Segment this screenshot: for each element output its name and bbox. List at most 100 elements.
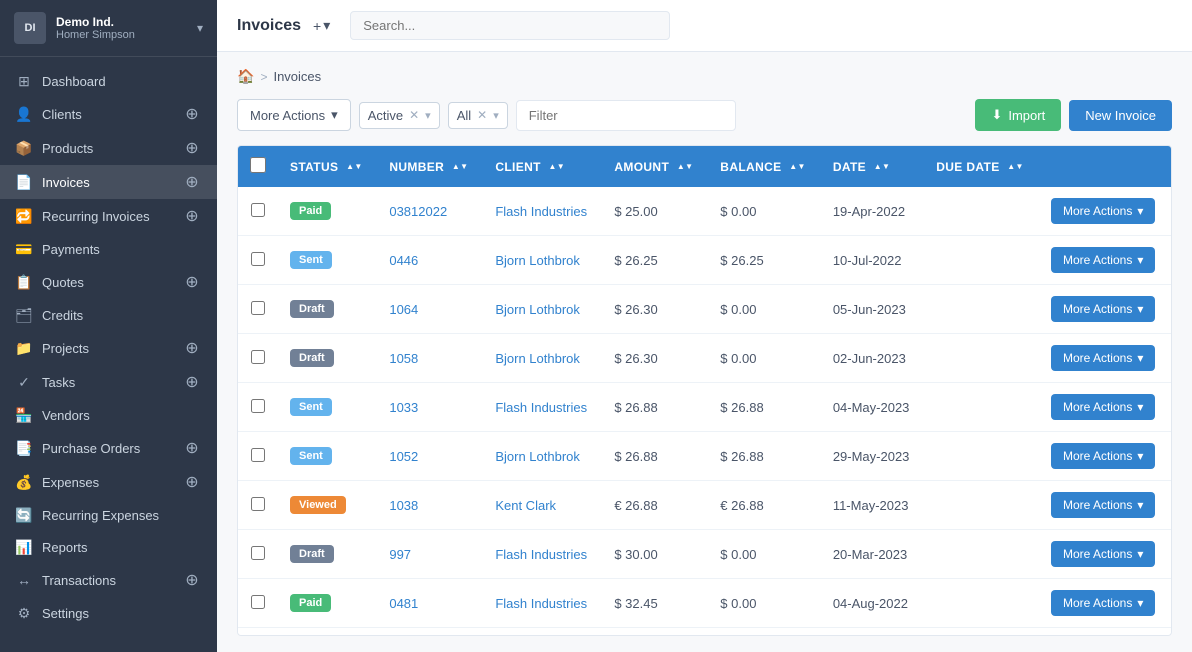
client-name-link[interactable]: Bjorn Lothbrok bbox=[495, 449, 580, 464]
invoice-number-link[interactable]: 1058 bbox=[389, 351, 418, 366]
col-status[interactable]: STATUS ▲▼ bbox=[278, 146, 377, 187]
client-name-link[interactable]: Bjorn Lothbrok bbox=[495, 351, 580, 366]
row-checkbox[interactable] bbox=[251, 546, 265, 560]
nav-item-left: 📑 Purchase Orders bbox=[16, 440, 140, 456]
client-name-link[interactable]: Flash Industries bbox=[495, 400, 587, 415]
table-row: Paid 03812022 Flash Industries $ 25.00 $… bbox=[238, 187, 1171, 236]
sidebar-item-transactions[interactable]: ↔ Transactions ⊕ bbox=[0, 563, 217, 597]
nav-plus-icon[interactable]: ⊕ bbox=[183, 571, 201, 589]
active-chip-dropdown[interactable]: ▾ bbox=[425, 109, 431, 122]
row-number: 0446 bbox=[377, 236, 483, 285]
col-amount[interactable]: AMOUNT ▲▼ bbox=[602, 146, 708, 187]
import-icon: ⬇ bbox=[991, 107, 1002, 123]
row-more-actions-button[interactable]: More Actions ▾ bbox=[1051, 590, 1155, 616]
sidebar-header[interactable]: DI Demo Ind. Homer Simpson ▾ bbox=[0, 0, 217, 57]
row-more-actions-button[interactable]: More Actions ▾ bbox=[1051, 541, 1155, 567]
col-number[interactable]: NUMBER ▲▼ bbox=[377, 146, 483, 187]
sidebar-item-expenses[interactable]: 💰 Expenses ⊕ bbox=[0, 465, 217, 499]
status-badge: Sent bbox=[290, 447, 332, 465]
nav-plus-icon[interactable]: ⊕ bbox=[183, 339, 201, 357]
active-chip-clear[interactable]: ✕ bbox=[409, 108, 419, 122]
row-checkbox[interactable] bbox=[251, 301, 265, 315]
nav-plus-icon[interactable]: ⊕ bbox=[183, 139, 201, 157]
row-number: 0481 bbox=[377, 579, 483, 628]
row-date: 11-May-2023 bbox=[821, 481, 924, 530]
nav-plus-icon[interactable]: ⊕ bbox=[183, 439, 201, 457]
add-button[interactable]: + ▾ bbox=[313, 17, 330, 34]
row-more-actions-button[interactable]: More Actions ▾ bbox=[1051, 198, 1155, 224]
company-info: DI Demo Ind. Homer Simpson bbox=[14, 12, 135, 44]
table-header: STATUS ▲▼ NUMBER ▲▼ CLIENT ▲▼ AMOUNT ▲▼ … bbox=[238, 146, 1171, 187]
sidebar-item-reports[interactable]: 📊 Reports bbox=[0, 531, 217, 563]
row-due-date bbox=[924, 285, 1039, 334]
invoice-number-link[interactable]: 1064 bbox=[389, 302, 418, 317]
client-name-link[interactable]: Flash Industries bbox=[495, 204, 587, 219]
invoice-number-link[interactable]: 1038 bbox=[389, 498, 418, 513]
all-chip-dropdown[interactable]: ▾ bbox=[493, 109, 499, 122]
invoice-number-link[interactable]: 1052 bbox=[389, 449, 418, 464]
client-name-link[interactable]: Kent Clark bbox=[495, 498, 556, 513]
nav-plus-icon[interactable]: ⊕ bbox=[183, 173, 201, 191]
nav-plus-icon[interactable]: ⊕ bbox=[183, 273, 201, 291]
invoice-number-link[interactable]: 03812022 bbox=[389, 204, 447, 219]
nav-plus-icon[interactable]: ⊕ bbox=[183, 473, 201, 491]
sidebar-item-payments[interactable]: 💳 Payments bbox=[0, 233, 217, 265]
nav-plus-icon[interactable]: ⊕ bbox=[183, 207, 201, 225]
col-client[interactable]: CLIENT ▲▼ bbox=[483, 146, 602, 187]
invoice-number-link[interactable]: 0481 bbox=[389, 596, 418, 611]
row-checkbox[interactable] bbox=[251, 448, 265, 462]
row-checkbox-cell bbox=[238, 383, 278, 432]
sidebar-item-clients[interactable]: 👤 Clients ⊕ bbox=[0, 97, 217, 131]
nav-plus-icon[interactable]: ⊕ bbox=[183, 373, 201, 391]
row-checkbox[interactable] bbox=[251, 399, 265, 413]
sidebar-item-products[interactable]: 📦 Products ⊕ bbox=[0, 131, 217, 165]
client-name-link[interactable]: Bjorn Lothbrok bbox=[495, 253, 580, 268]
sidebar-item-recurring-expenses[interactable]: 🔄 Recurring Expenses bbox=[0, 499, 217, 531]
row-more-actions-button[interactable]: More Actions ▾ bbox=[1051, 443, 1155, 469]
row-checkbox[interactable] bbox=[251, 203, 265, 217]
new-invoice-button[interactable]: New Invoice bbox=[1069, 100, 1172, 131]
row-checkbox[interactable] bbox=[251, 252, 265, 266]
row-checkbox[interactable] bbox=[251, 497, 265, 511]
sidebar-item-recurring-invoices[interactable]: 🔁 Recurring Invoices ⊕ bbox=[0, 199, 217, 233]
select-all-checkbox[interactable] bbox=[250, 157, 266, 173]
col-balance[interactable]: BALANCE ▲▼ bbox=[708, 146, 821, 187]
sidebar-item-settings[interactable]: ⚙ Settings bbox=[0, 597, 217, 629]
sidebar-item-invoices[interactable]: 📄 Invoices ⊕ bbox=[0, 165, 217, 199]
home-icon[interactable]: 🏠 bbox=[237, 68, 254, 85]
transactions-icon: ↔ bbox=[16, 572, 32, 588]
row-status: Overdue bbox=[278, 628, 377, 637]
row-client: Kent Clark bbox=[483, 481, 602, 530]
invoice-number-link[interactable]: 1033 bbox=[389, 400, 418, 415]
sidebar-item-credits[interactable]: 🗂 Credits bbox=[0, 299, 217, 331]
sidebar-item-projects[interactable]: 📁 Projects ⊕ bbox=[0, 331, 217, 365]
row-more-actions-button[interactable]: More Actions ▾ bbox=[1051, 492, 1155, 518]
row-more-actions-button[interactable]: More Actions ▾ bbox=[1051, 394, 1155, 420]
sidebar-item-vendors[interactable]: 🏪 Vendors bbox=[0, 399, 217, 431]
sidebar-item-quotes[interactable]: 📋 Quotes ⊕ bbox=[0, 265, 217, 299]
client-name-link[interactable]: Flash Industries bbox=[495, 547, 587, 562]
sidebar-item-purchase-orders[interactable]: 📑 Purchase Orders ⊕ bbox=[0, 431, 217, 465]
col-date[interactable]: DATE ▲▼ bbox=[821, 146, 924, 187]
invoice-number-link[interactable]: 0446 bbox=[389, 253, 418, 268]
row-more-actions-button[interactable]: More Actions ▾ bbox=[1051, 345, 1155, 371]
invoice-number-link[interactable]: 997 bbox=[389, 547, 411, 562]
row-balance: $ 26.25 bbox=[708, 236, 821, 285]
filter-input[interactable] bbox=[516, 100, 736, 131]
sort-icon: ▲▼ bbox=[789, 163, 806, 171]
col-due-date[interactable]: DUE DATE ▲▼ bbox=[924, 146, 1039, 187]
client-name-link[interactable]: Bjorn Lothbrok bbox=[495, 302, 580, 317]
nav-plus-icon[interactable]: ⊕ bbox=[183, 105, 201, 123]
sidebar-item-dashboard[interactable]: ⊞ Dashboard bbox=[0, 65, 217, 97]
row-more-actions-button[interactable]: More Actions ▾ bbox=[1051, 247, 1155, 273]
all-chip-clear[interactable]: ✕ bbox=[477, 108, 487, 122]
search-input[interactable] bbox=[350, 11, 670, 40]
more-actions-button[interactable]: More Actions ▾ bbox=[237, 99, 351, 131]
row-checkbox[interactable] bbox=[251, 595, 265, 609]
row-more-actions-button[interactable]: More Actions ▾ bbox=[1051, 296, 1155, 322]
sidebar-item-tasks[interactable]: ✓ Tasks ⊕ bbox=[0, 365, 217, 399]
nav-item-label: Products bbox=[42, 141, 93, 156]
row-checkbox[interactable] bbox=[251, 350, 265, 364]
import-button[interactable]: ⬇ Import bbox=[975, 99, 1061, 131]
client-name-link[interactable]: Flash Industries bbox=[495, 596, 587, 611]
